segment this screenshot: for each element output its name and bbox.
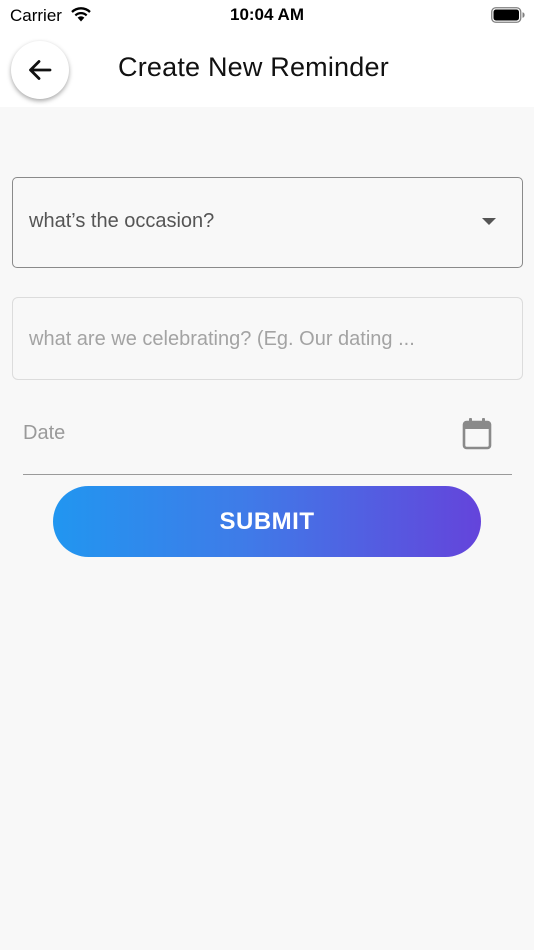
arrow-left-icon — [29, 60, 52, 80]
celebration-input-container — [12, 297, 523, 380]
app-bar: Create New Reminder — [0, 32, 534, 107]
back-button[interactable] — [11, 41, 69, 99]
status-time: 10:04 AM — [229, 5, 304, 24]
calendar-icon[interactable] — [461, 417, 493, 451]
occasion-dropdown-value: what’s the occasion? — [29, 210, 215, 232]
screen: Carrier 10:04 AM Create New Reminder wha… — [0, 0, 534, 950]
date-field[interactable]: Date — [23, 405, 512, 475]
occasion-dropdown[interactable]: what’s the occasion? — [12, 177, 523, 268]
dropdown-arrow-icon — [482, 218, 496, 225]
page-title: Create New Reminder — [118, 52, 389, 82]
submit-button[interactable]: SUBMIT — [53, 486, 481, 557]
battery-full-icon — [491, 7, 525, 23]
celebration-input[interactable] — [29, 322, 469, 356]
status-bar: Carrier 10:04 AM — [0, 0, 534, 32]
date-label: Date — [23, 422, 66, 444]
